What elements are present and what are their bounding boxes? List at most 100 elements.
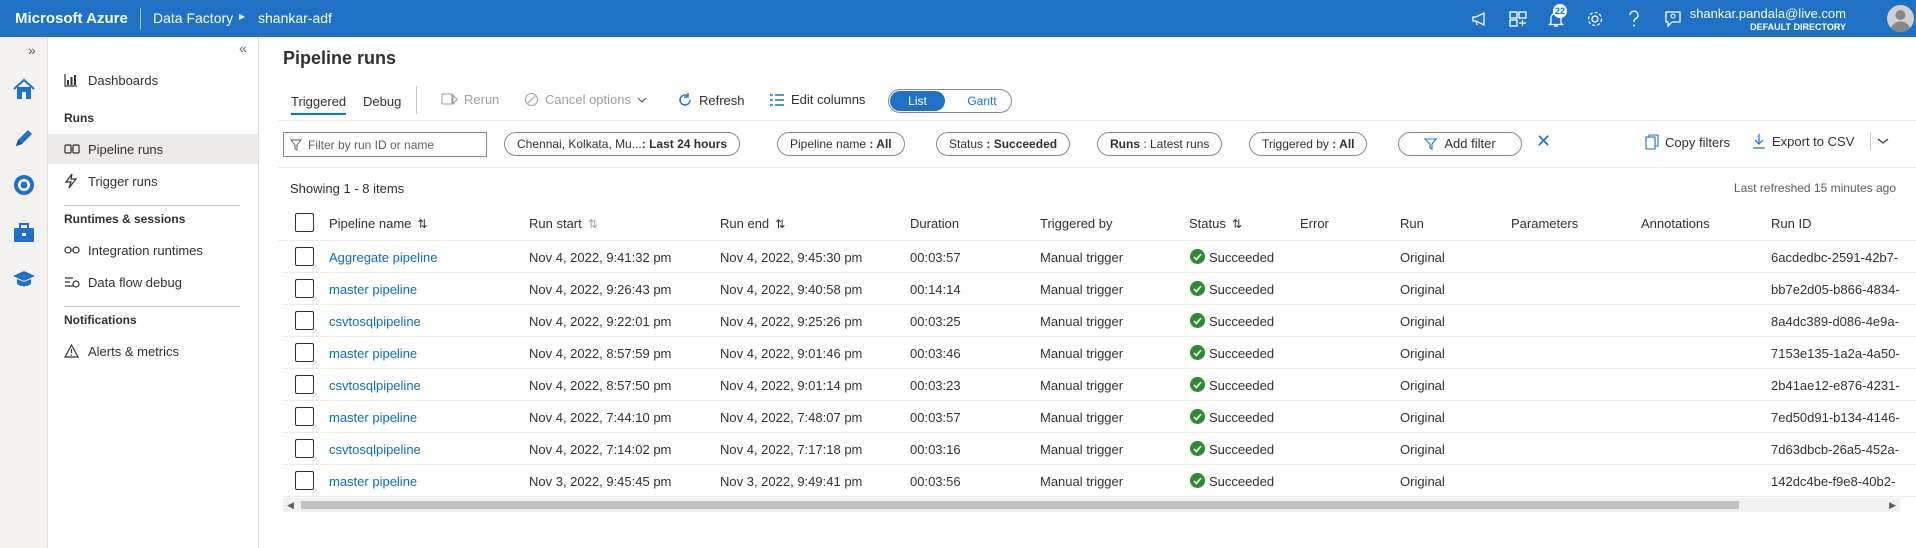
portal-icon[interactable] [1505, 6, 1531, 32]
filter-chip-pipeline-name[interactable]: Pipeline name : All [777, 132, 905, 156]
avatar[interactable] [1887, 5, 1914, 32]
tab-triggered[interactable]: Triggered [291, 94, 347, 115]
run-end: Nov 3, 2022, 9:49:41 pm [720, 474, 863, 489]
sort-icon[interactable]: ⇅ [588, 217, 598, 231]
tab-debug[interactable]: Debug [363, 94, 401, 109]
view-gantt-button[interactable]: Gantt [957, 91, 1007, 111]
pipeline-name-link[interactable]: csvtosqlpipeline [329, 442, 421, 457]
table-row[interactable]: master pipeline Nov 3, 2022, 9:45:45 pm No… [283, 465, 1916, 497]
nav-item-trigger-runs[interactable]: Trigger runs [48, 166, 258, 196]
collapse-nav-icon[interactable]: « [239, 40, 247, 56]
nav-item-dashboards[interactable]: Dashboards [48, 65, 258, 95]
run-id: 7ed50d91-b134-4146- [1771, 410, 1900, 425]
table-row[interactable]: csvtosqlpipeline Nov 4, 2022, 8:57:50 pm N… [283, 369, 1916, 401]
nav-item-data-flow-debug[interactable]: Data flow debug [48, 267, 258, 297]
megaphone-icon[interactable] [1467, 6, 1493, 32]
cancel-options-label: Cancel options [545, 92, 631, 107]
pipeline-name-link[interactable]: csvtosqlpipeline [329, 314, 421, 329]
filter-chip-triggered-by[interactable]: Triggered by : All [1249, 132, 1368, 156]
author-pencil-icon[interactable] [10, 124, 38, 152]
scroll-left-icon[interactable]: ◀ [287, 498, 294, 512]
table-row[interactable]: csvtosqlpipeline Nov 4, 2022, 7:14:02 pm N… [283, 433, 1916, 465]
table-row[interactable]: master pipeline Nov 4, 2022, 9:26:43 pm No… [283, 273, 1916, 305]
manage-toolbox-icon[interactable] [10, 219, 38, 247]
column-header-pipeline-name[interactable]: Pipeline name ⇅ [329, 216, 427, 231]
pipeline-name-link[interactable]: csvtosqlpipeline [329, 378, 421, 393]
run-id: 7d63dbcb-26a5-452a- [1771, 442, 1899, 457]
user-directory[interactable]: DEFAULT DIRECTORY [1750, 22, 1846, 32]
cancel-options-button[interactable]: Cancel options [524, 92, 647, 107]
row-checkbox[interactable] [295, 407, 314, 426]
sort-icon[interactable]: ⇅ [417, 217, 427, 231]
monitor-icon[interactable] [10, 171, 38, 199]
column-label: Run start [529, 216, 582, 231]
export-csv-button[interactable]: Export to CSV [1752, 132, 1889, 150]
pipeline-name-link[interactable]: master pipeline [329, 346, 417, 361]
gear-icon[interactable] [1582, 6, 1608, 32]
scrollbar-thumb[interactable] [301, 501, 1739, 509]
column-header-status[interactable]: Status ⇅ [1189, 216, 1242, 231]
chip-time-label: Chennai, Kolkata, Mu... [517, 137, 642, 151]
row-checkbox[interactable] [295, 247, 314, 266]
row-checkbox[interactable] [295, 375, 314, 394]
add-filter-button[interactable]: Add filter [1398, 132, 1522, 156]
copy-filters-button[interactable]: Copy filters [1645, 134, 1730, 150]
refresh-button[interactable]: Refresh [677, 92, 745, 108]
filter-chip-status[interactable]: Status : Succeeded [936, 132, 1071, 156]
home-icon[interactable] [10, 75, 38, 103]
nav-item-pipeline-runs[interactable]: Pipeline runs [48, 134, 258, 164]
column-header-run-end[interactable]: Run end ⇅ [720, 216, 785, 231]
column-header-parameters[interactable]: Parameters [1511, 216, 1578, 231]
column-header-triggered-by[interactable]: Triggered by [1040, 216, 1113, 231]
chip-status-label: Status [949, 137, 984, 151]
column-header-run[interactable]: Run [1400, 216, 1424, 231]
view-list-button[interactable]: List [890, 91, 945, 111]
run-id: 8a4dc389-d086-4e9a- [1771, 314, 1899, 329]
pipeline-name-link[interactable]: master pipeline [329, 410, 417, 425]
expand-rail-icon[interactable]: » [28, 42, 36, 58]
sort-icon[interactable]: ⇅ [1232, 217, 1242, 231]
filter-chip-time[interactable]: Chennai, Kolkata, Mu...: Last 24 hours [504, 132, 741, 156]
row-checkbox[interactable] [295, 311, 314, 330]
row-checkbox[interactable] [295, 343, 314, 362]
edit-columns-button[interactable]: Edit columns [769, 92, 865, 107]
table-row[interactable]: Aggregate pipeline Nov 4, 2022, 9:41:32 p… [283, 241, 1916, 273]
horizontal-scrollbar[interactable]: ◀ ▶ [283, 498, 1900, 512]
user-email[interactable]: shankar.pandala@live.com [1690, 6, 1846, 21]
help-icon[interactable] [1621, 6, 1647, 32]
rerun-button[interactable]: Rerun [441, 92, 499, 107]
triggered-by: Manual trigger [1040, 314, 1124, 329]
nav-item-alerts[interactable]: Alerts & metrics [48, 336, 258, 366]
brand-title[interactable]: Microsoft Azure [15, 10, 128, 27]
search-input[interactable]: Filter by run ID or name [283, 132, 487, 157]
row-checkbox[interactable] [295, 471, 314, 490]
column-header-annotations[interactable]: Annotations [1641, 216, 1710, 231]
sort-icon[interactable]: ⇅ [775, 217, 785, 231]
run-start: Nov 4, 2022, 9:22:01 pm [529, 314, 672, 329]
pipeline-name-link[interactable]: master pipeline [329, 282, 417, 297]
pipeline-name-link[interactable]: master pipeline [329, 474, 417, 489]
select-all-checkbox[interactable] [295, 213, 314, 232]
view-toggle[interactable]: List Gantt [888, 89, 1012, 113]
column-header-error[interactable]: Error [1300, 216, 1329, 231]
column-header-duration[interactable]: Duration [910, 216, 959, 231]
notification-count-badge: 22 [1553, 4, 1567, 18]
row-checkbox[interactable] [295, 279, 314, 298]
clear-filters-icon[interactable]: ✕ [1536, 131, 1551, 152]
breadcrumb-factory-name[interactable]: shankar-adf [258, 10, 332, 26]
table-row[interactable]: master pipeline Nov 4, 2022, 7:44:10 pm No… [283, 401, 1916, 433]
column-header-run-id[interactable]: Run ID [1771, 216, 1811, 231]
pipeline-name-link[interactable]: Aggregate pipeline [329, 250, 437, 265]
table-row[interactable]: master pipeline Nov 4, 2022, 8:57:59 pm No… [283, 337, 1916, 369]
breadcrumb-data-factory[interactable]: Data Factory [153, 10, 233, 26]
column-header-run-start[interactable]: Run start ⇅ [529, 216, 598, 231]
nav-item-integration-runtimes[interactable]: Integration runtimes [48, 235, 258, 265]
scroll-right-icon[interactable]: ▶ [1889, 498, 1896, 512]
table-row[interactable]: csvtosqlpipeline Nov 4, 2022, 9:22:01 pm N… [283, 305, 1916, 337]
learning-hat-icon[interactable] [10, 265, 38, 293]
feedback-icon[interactable] [1660, 6, 1686, 32]
nav-label-dashboards: Dashboards [88, 72, 159, 88]
row-checkbox[interactable] [295, 439, 314, 458]
filter-chip-runs[interactable]: Runs : Latest runs [1097, 132, 1223, 156]
edit-columns-icon [770, 93, 784, 106]
